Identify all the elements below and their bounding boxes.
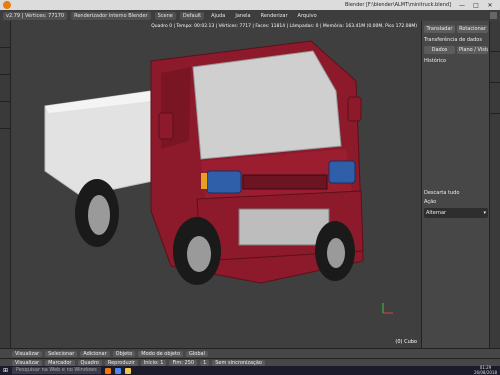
upper-grille [242, 174, 328, 190]
layout-select[interactable]: Default [179, 11, 205, 20]
history-label[interactable]: Histórico [424, 58, 488, 64]
windshield [192, 50, 342, 160]
front-left-rim [187, 236, 211, 272]
chevron-down-icon: ▾ [483, 210, 486, 216]
front-right-rim [327, 238, 345, 268]
3d-viewport[interactable]: Quadro 0 | Tempo: 00:02.13 | Vértices: 7… [11, 21, 421, 348]
delete-all-label[interactable]: Descarta tudo [424, 190, 488, 196]
end-frame-field[interactable]: Fim: 250 [169, 359, 198, 366]
tl-frame-menu[interactable]: Quadro [77, 359, 102, 366]
rear-rim [88, 195, 110, 235]
rotate-button[interactable]: Rotacionar [457, 25, 488, 33]
info-editor-icon[interactable] [490, 12, 497, 19]
animation-tab[interactable] [0, 102, 10, 129]
tl-view-menu[interactable]: Visualizar [12, 359, 43, 366]
panel-spacer [424, 67, 488, 187]
menu-file[interactable]: Arquivo [295, 12, 320, 20]
menu-help[interactable]: Ajuda [208, 12, 228, 20]
current-frame-field[interactable]: 1 [200, 359, 210, 366]
properties-panel: Transladar Rotacionar Transferência de d… [421, 21, 500, 348]
relations-tab[interactable] [0, 75, 10, 102]
menu-window[interactable]: Janela [232, 12, 253, 20]
window-title: Blender [F:\blender\ALMT\minitruck.blend… [345, 2, 451, 8]
windows-start-icon[interactable]: ⊞ [3, 367, 8, 374]
taskbar-search[interactable]: Pesquisar na Web e no Windows [12, 367, 101, 374]
menu-bar: v2.79 | Vértices: 77170 Renderizador int… [0, 10, 500, 21]
right-mirror [347, 96, 362, 122]
timeline-header: Visualizar Marcador Quadro Reproduzir In… [0, 358, 500, 366]
sync-select[interactable]: Sem sincronização [212, 359, 265, 366]
transform-label: Transferência de dados [424, 37, 482, 43]
tool-tab[interactable] [0, 21, 10, 48]
system-clock[interactable]: 01:29 26/08/2018 [473, 365, 497, 375]
tab-material[interactable] [490, 83, 500, 114]
tab-modifiers[interactable] [490, 52, 500, 83]
view-menu[interactable]: Visualizar [12, 350, 43, 357]
add-menu[interactable]: Adicionar [80, 350, 110, 357]
orientation-select[interactable]: Global [186, 350, 208, 357]
left-blinker [201, 173, 207, 189]
render-engine-select[interactable]: Renderizador interno Blender [71, 11, 151, 20]
active-object-name: (0) Cubo [395, 339, 417, 345]
data-button[interactable]: Dados [424, 46, 455, 54]
menu-render[interactable]: Renderizar [258, 12, 291, 20]
minitruck-model [44, 40, 393, 314]
blender-taskbar-icon[interactable] [104, 367, 111, 374]
right-headlight [328, 160, 356, 184]
layout-button[interactable]: Plano / Vistas [457, 46, 488, 54]
translate-button[interactable]: Transladar [424, 25, 455, 33]
create-tab[interactable] [0, 48, 10, 75]
close-button[interactable]: ✕ [483, 2, 497, 9]
lower-grille [238, 208, 330, 246]
left-headlight [206, 170, 242, 194]
explorer-taskbar-icon[interactable] [124, 367, 131, 374]
minimize-button[interactable]: — [455, 2, 469, 9]
viewport-stats: Quadro 0 | Tempo: 00:02.13 | Vértices: 7… [151, 24, 417, 29]
clock-date: 26/08/2018 [473, 369, 497, 375]
tab-object[interactable] [490, 21, 500, 52]
select-menu[interactable]: Selecionar [45, 350, 78, 357]
tl-marker-menu[interactable]: Marcador [45, 359, 75, 366]
action-label: Ação [424, 199, 437, 205]
title-bar: Blender [F:\blender\ALMT\minitruck.blend… [0, 0, 500, 10]
chrome-taskbar-icon[interactable] [114, 367, 121, 374]
left-mirror [158, 112, 174, 140]
action-select[interactable]: Alternar ▾ [424, 208, 488, 218]
object-menu[interactable]: Objeto [112, 350, 136, 357]
maximize-button[interactable]: □ [469, 2, 483, 9]
properties-tabs[interactable] [489, 21, 500, 348]
version-info: v2.79 | Vértices: 77170 [3, 11, 68, 20]
mode-select[interactable]: Modo de objeto [138, 350, 184, 357]
tl-playback-menu[interactable]: Reproduzir [104, 359, 138, 366]
scene-select[interactable]: Scene [154, 11, 176, 20]
action-select-value: Alternar [426, 210, 447, 216]
start-frame-field[interactable]: Início: 1 [140, 359, 167, 366]
tool-shelf-tabs[interactable] [0, 21, 11, 348]
viewport-header: Visualizar Selecionar Adicionar Objeto M… [0, 348, 500, 358]
blender-logo-icon [3, 1, 11, 9]
windows-taskbar: ⊞ Pesquisar na Web e no Windows 01:29 26… [0, 365, 500, 375]
